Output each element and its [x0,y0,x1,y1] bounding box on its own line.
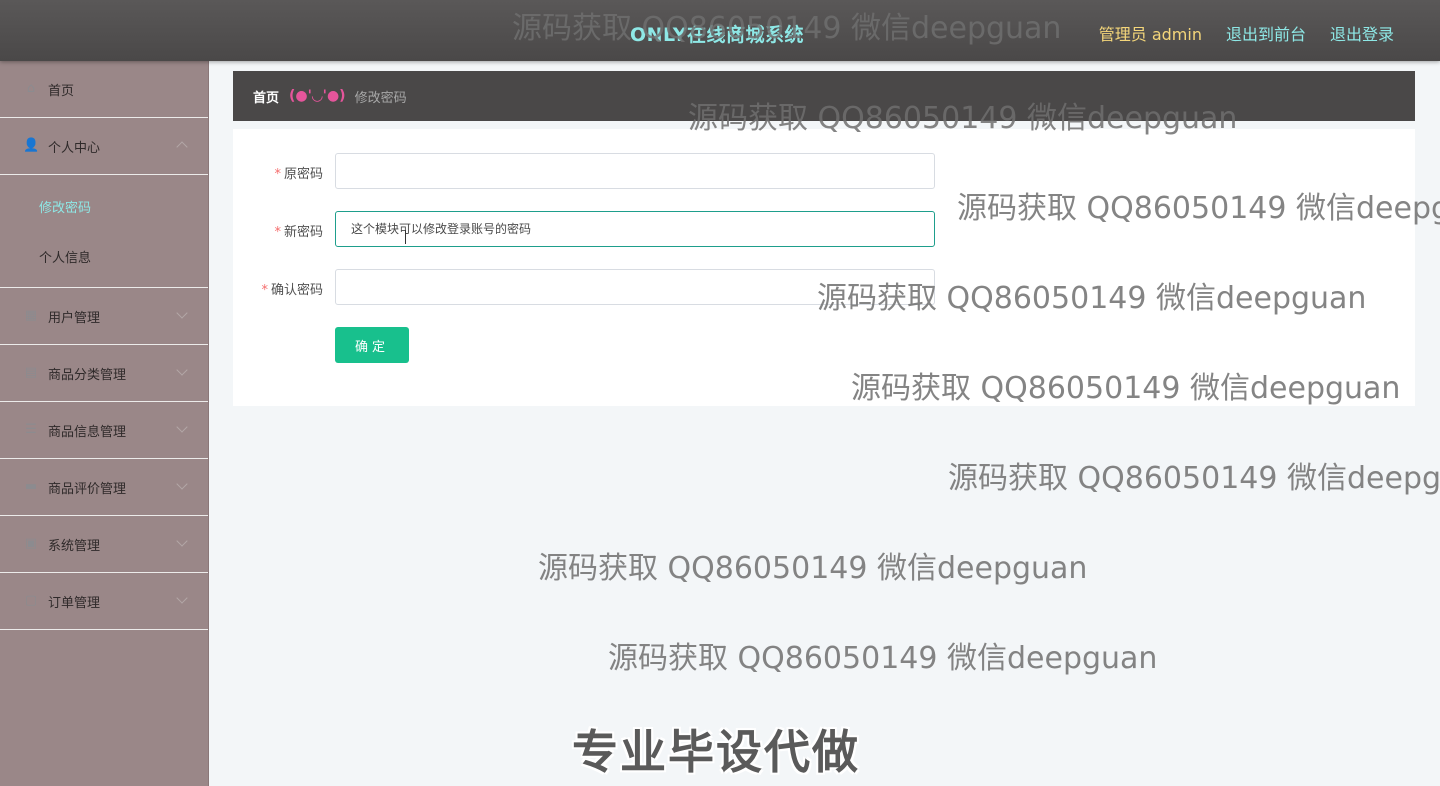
sidebar-item-system-management[interactable]: ▣ 系统管理 [0,516,208,573]
text-cursor [405,230,406,244]
chevron-down-icon [176,364,188,376]
sidebar-item-label: 系统管理 [48,538,101,554]
sidebar-item-category-management[interactable]: ▤ 商品分类管理 [0,345,208,402]
sidebar-subitem-personal-info[interactable]: 个人信息 [0,231,208,281]
new-password-row: * 新密码 这个模块可以修改登录账号的密码 [233,211,1415,247]
sidebar-item-review-management[interactable]: ▬ 商品评价管理 [0,459,208,516]
chevron-down-icon [176,535,188,547]
review-icon: ▬ [24,479,38,494]
old-password-label-text: 原密码 [283,167,323,182]
admin-username: 管理员 admin [1098,25,1202,44]
sidebar-item-label: 商品信息管理 [48,424,127,440]
order-icon: ▢ [24,593,38,608]
sidebar-item-home[interactable]: ⌂ 首页 [0,61,208,118]
grid-icon: ▦ [24,308,38,323]
required-mark: * [261,283,268,298]
breadcrumb-separator: (●'◡'●) [289,88,346,104]
confirm-password-label-text: 确认密码 [270,283,323,298]
confirm-password-label: * 确认密码 [261,279,323,298]
category-icon: ▤ [24,365,38,380]
app-title: ONLY在线商城系统 [630,24,804,46]
system-icon: ▣ [24,536,38,551]
new-password-label: * 新密码 [274,221,323,240]
change-password-form: * 原密码 * 新密码 这个模块可以修改登录账号的密码 * 确认密码 确定 [233,129,1415,406]
watermark-text: 源码获取 QQ86050149 微信deepgu [948,461,1440,496]
old-password-row: * 原密码 [233,153,1415,189]
breadcrumb-current: 修改密码 [354,90,407,106]
sidebar-item-order-management[interactable]: ▢ 订单管理 [0,573,208,630]
old-password-input[interactable] [335,153,935,189]
chevron-down-icon [176,478,188,490]
old-password-label: * 原密码 [274,163,323,182]
sidebar-item-label: 首页 [48,83,75,99]
chevron-down-icon [176,592,188,604]
submit-button[interactable]: 确定 [335,327,409,363]
sidebar-item-label: 用户管理 [48,310,101,326]
watermark-text: 源码获取 QQ86050149 微信deepguan [538,551,1088,586]
top-header: ONLY在线商城系统 管理员 admin 退出到前台 退出登录 [0,0,1440,61]
sidebar-item-label: 商品评价管理 [48,481,127,497]
required-mark: * [274,225,281,240]
personal-center-submenu: 修改密码 个人信息 [0,175,208,288]
sidebar-item-label: 个人中心 [48,140,101,156]
new-password-label-text: 新密码 [283,225,323,240]
watermark-text: 源码获取 QQ86050149 微信deepguan [608,641,1158,676]
chevron-down-icon [176,421,188,433]
logout-link[interactable]: 退出登录 [1330,21,1394,45]
required-mark: * [274,167,281,182]
exit-to-front-link[interactable]: 退出到前台 [1226,21,1306,45]
user-icon: 👤 [23,138,40,153]
sidebar-item-product-info-management[interactable]: ☰ 商品信息管理 [0,402,208,459]
chevron-down-icon [176,307,188,319]
chevron-up-icon [176,141,188,153]
sidebar-item-personal-center[interactable]: 👤 个人中心 [0,118,208,175]
promo-banner: 专业毕设代做 [572,725,860,779]
confirm-password-row: * 确认密码 [233,269,1415,305]
header-links: 管理员 admin 退出到前台 退出登录 [1099,21,1394,45]
info-icon: ☰ [25,422,37,437]
sidebar-item-label: 商品分类管理 [48,367,127,383]
breadcrumb: 首页 (●'◡'●) 修改密码 [233,71,1415,121]
sidebar-subitem-change-password[interactable]: 修改密码 [0,181,208,231]
home-icon: ⌂ [26,81,36,96]
sidebar-item-label: 订单管理 [48,595,101,611]
sidebar: ⌂ 首页 👤 个人中心 修改密码 个人信息 ▦ 用户管理 ▤ 商品分类管理 ☰ … [0,61,209,786]
breadcrumb-home[interactable]: 首页 [253,87,279,106]
new-password-input[interactable]: 这个模块可以修改登录账号的密码 [335,211,935,247]
confirm-password-input[interactable] [335,269,935,305]
sidebar-item-user-management[interactable]: ▦ 用户管理 [0,288,208,345]
